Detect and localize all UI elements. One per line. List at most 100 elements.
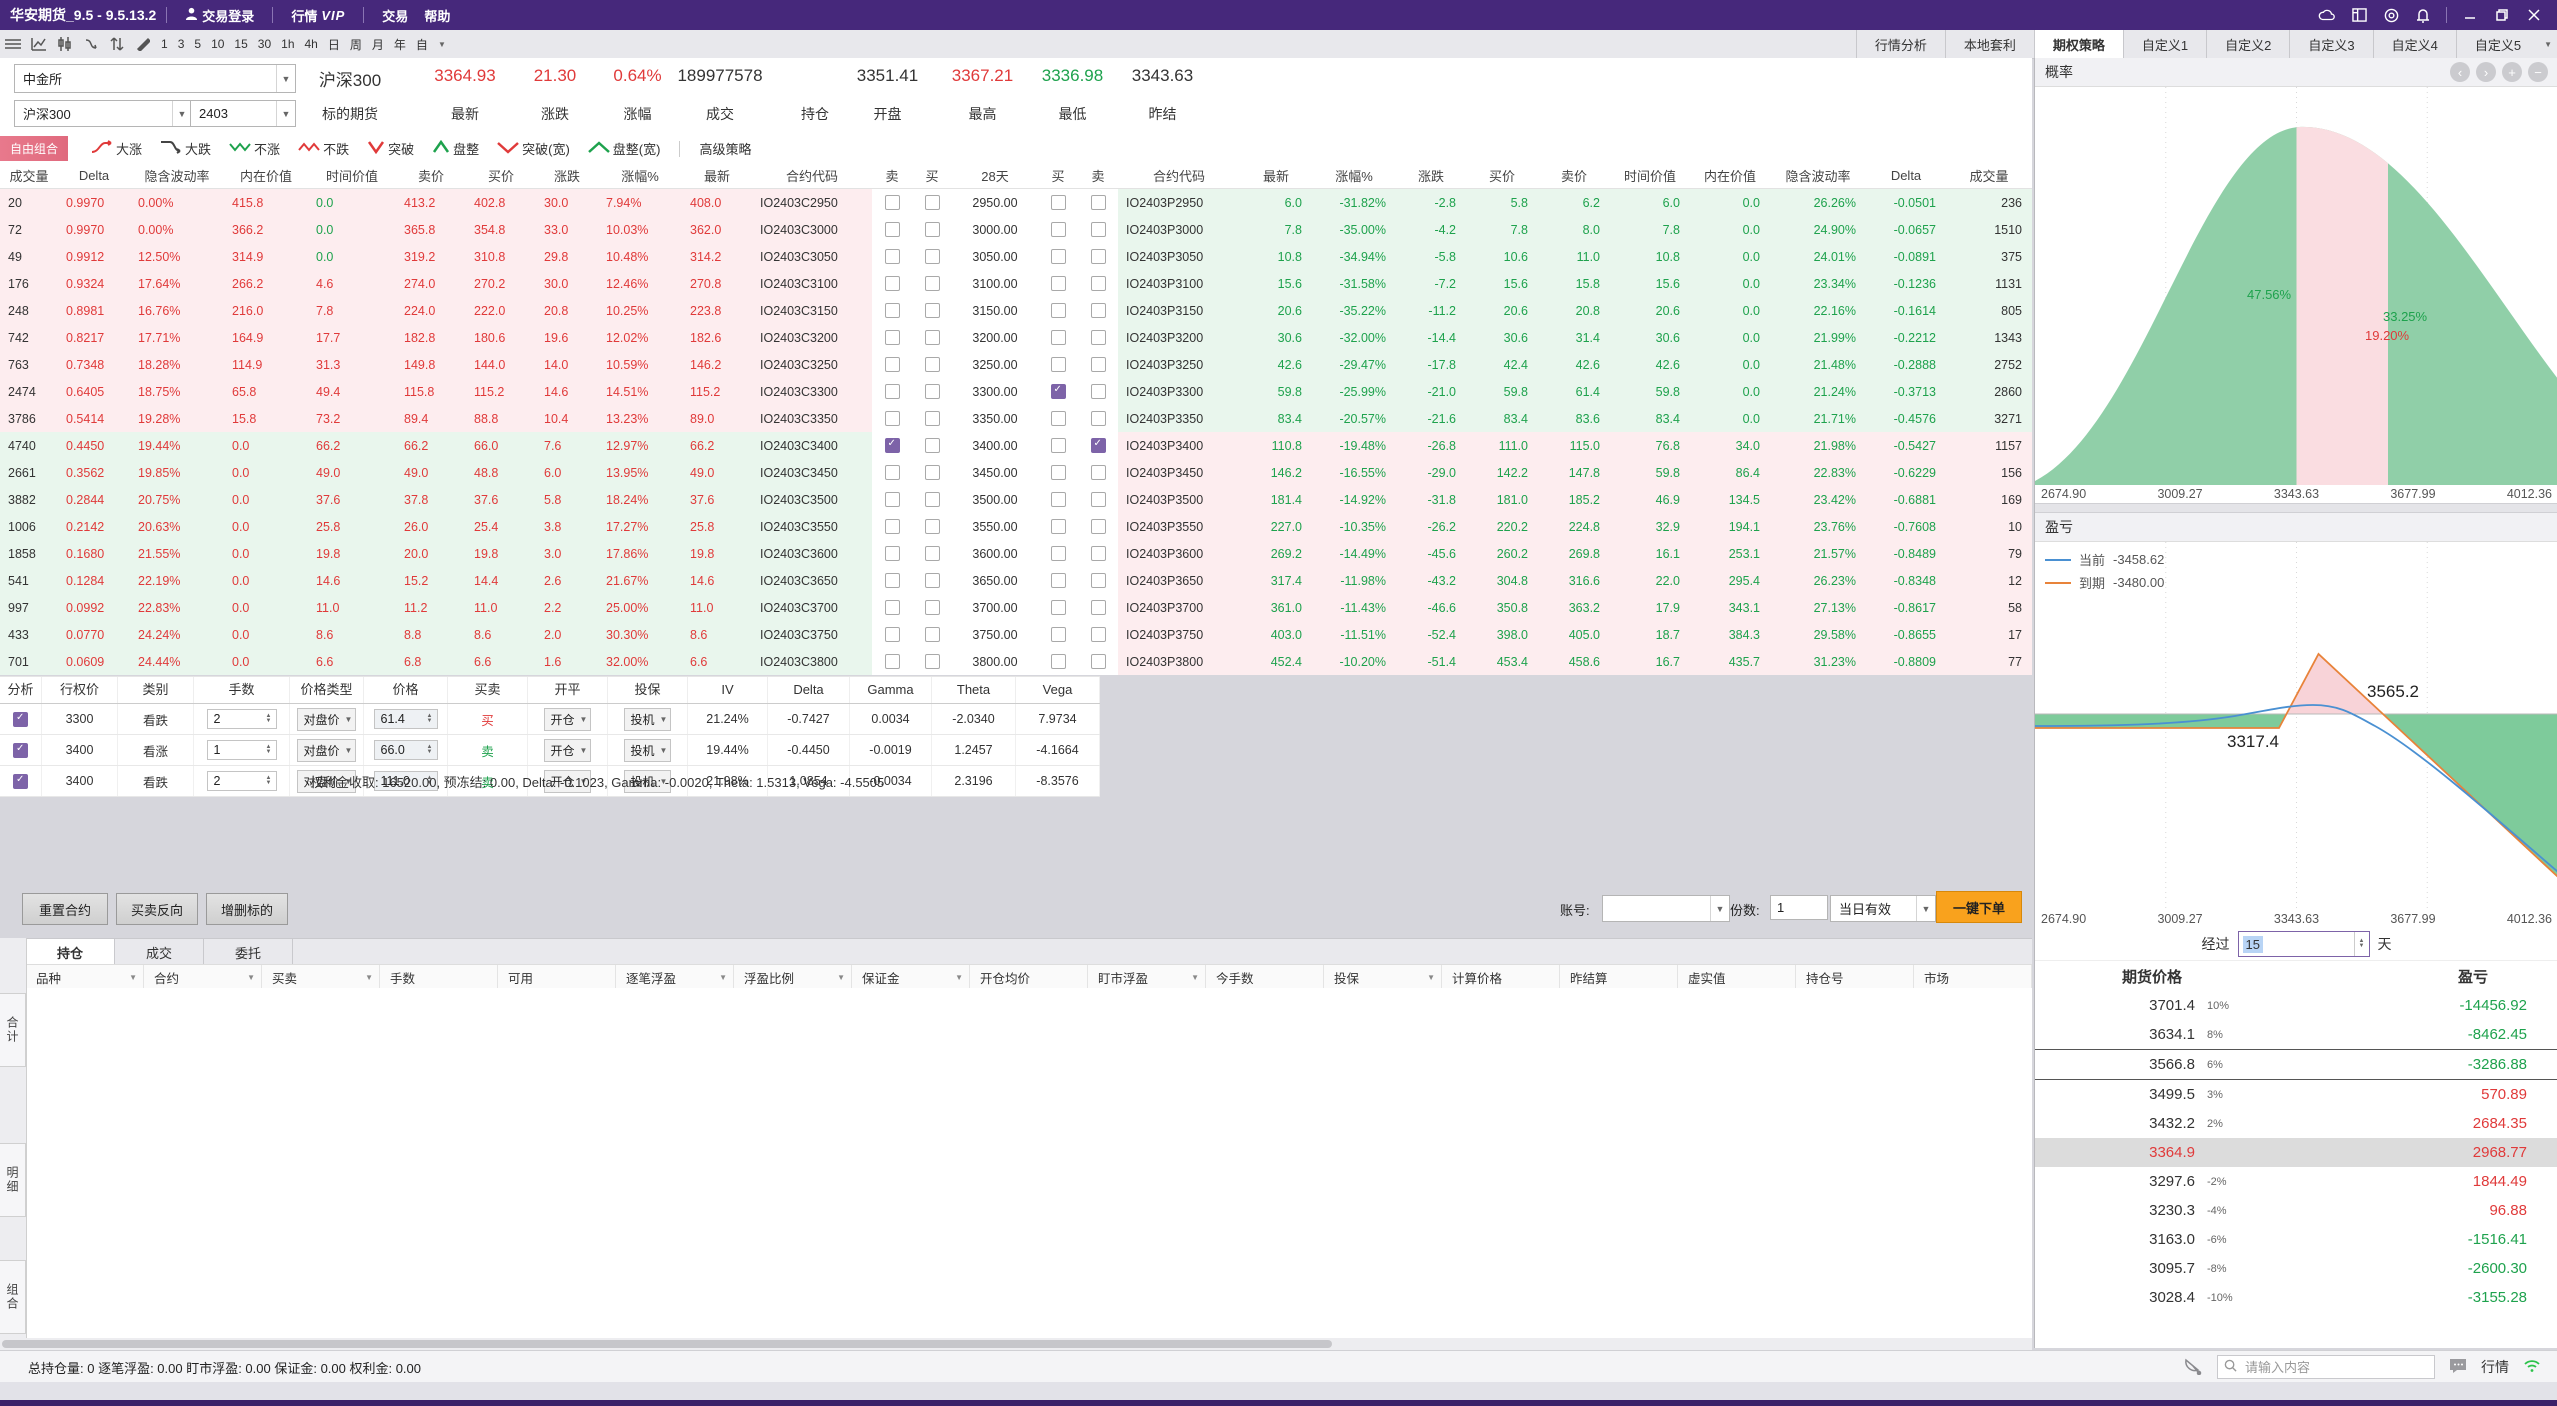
call-sell-checkbox[interactable] (885, 195, 900, 210)
call-sell-checkbox[interactable] (885, 276, 900, 291)
chain-column-header[interactable]: Delta (58, 168, 130, 183)
call-buy-checkbox[interactable] (925, 276, 940, 291)
put-buy-checkbox[interactable] (1051, 357, 1066, 372)
call-buy-checkbox[interactable] (925, 465, 940, 480)
price-stepper[interactable]: 66.0▲▼ (364, 735, 448, 765)
draw-icon[interactable] (133, 35, 153, 53)
call-sell-checkbox[interactable] (885, 492, 900, 507)
call-buy-checkbox[interactable] (925, 195, 940, 210)
menu-icon[interactable] (3, 35, 23, 53)
cloud-icon[interactable] (2318, 7, 2336, 23)
chain-column-header[interactable]: 28天 (952, 166, 1038, 185)
filter-rise-red[interactable]: 大涨 (91, 139, 142, 158)
positions-column-header[interactable]: 盯市浮盈▼ (1088, 965, 1206, 989)
candlestick-icon[interactable] (55, 35, 75, 53)
qty-stepper[interactable]: 2▲▼ (194, 704, 290, 734)
period-button-1h[interactable]: 1h (276, 35, 299, 53)
analyze-checkbox[interactable] (13, 712, 28, 727)
put-sell-checkbox[interactable] (1091, 330, 1106, 345)
side-cell[interactable]: 卖 (448, 735, 528, 765)
scenario-row[interactable]: 3566.86%-3286.88 (2035, 1049, 2557, 1080)
call-buy-checkbox[interactable] (925, 438, 940, 453)
close-button[interactable] (2525, 7, 2543, 23)
minimize-button[interactable] (2461, 7, 2479, 23)
call-buy-checkbox[interactable] (925, 384, 940, 399)
restore-button[interactable] (2493, 7, 2511, 23)
period-button-4h[interactable]: 4h (300, 35, 323, 53)
scenario-row[interactable]: 3499.53%570.89 (2035, 1080, 2557, 1109)
call-sell-checkbox[interactable] (885, 465, 900, 480)
period-button-3[interactable]: 3 (173, 35, 190, 53)
filter-fall-dark[interactable]: 大跌 (160, 139, 211, 158)
validity-select[interactable]: 当日有效▼ (1830, 895, 1936, 922)
call-buy-checkbox[interactable] (925, 627, 940, 642)
workspace-tab[interactable]: 自定义2 (2206, 30, 2289, 58)
chain-column-header[interactable]: 买价 (1466, 166, 1538, 185)
call-buy-checkbox[interactable] (925, 249, 940, 264)
analyze-checkbox[interactable] (13, 743, 28, 758)
horizontal-scrollbar[interactable] (0, 1338, 2032, 1350)
chain-column-header[interactable]: 合约代码 (1118, 166, 1240, 185)
filter-funnel-icon[interactable]: ▼ (365, 973, 373, 982)
chain-column-header[interactable]: 卖 (1078, 166, 1118, 185)
call-sell-checkbox[interactable] (885, 357, 900, 372)
chat-icon[interactable] (2449, 1358, 2467, 1377)
filter-funnel-icon[interactable]: ▼ (955, 973, 963, 982)
price-stepper[interactable]: 61.4▲▼ (364, 704, 448, 734)
line-chart-icon[interactable] (29, 35, 49, 53)
filter-nofall-red[interactable]: 不跌 (298, 139, 349, 158)
chain-column-header[interactable]: 买价 (466, 166, 536, 185)
side-tab-combo[interactable]: 组合 (0, 1260, 26, 1334)
scenario-row[interactable]: 3364.92968.77 (2035, 1138, 2557, 1167)
chain-column-header[interactable]: 涨跌 (536, 166, 598, 185)
bell-icon[interactable] (2414, 7, 2432, 23)
workspace-tab[interactable]: 本地套利 (1945, 30, 2034, 58)
call-sell-checkbox[interactable] (885, 384, 900, 399)
put-buy-checkbox[interactable] (1051, 195, 1066, 210)
put-buy-checkbox[interactable] (1051, 222, 1066, 237)
chain-column-header[interactable]: 时间价值 (1610, 166, 1690, 185)
put-sell-checkbox[interactable] (1091, 627, 1106, 642)
underlying-select[interactable]: 沪深300▼ (14, 100, 192, 127)
period-button-日[interactable]: 日 (323, 34, 345, 55)
positions-column-header[interactable]: 手数 (380, 965, 498, 989)
reverse-side-button[interactable]: 买卖反向 (116, 893, 198, 925)
reset-contracts-button[interactable]: 重置合约 (22, 893, 108, 925)
call-buy-checkbox[interactable] (925, 519, 940, 534)
hedge-select[interactable]: 投机▼ (608, 704, 688, 734)
call-sell-checkbox[interactable] (885, 222, 900, 237)
positions-column-header[interactable]: 虚实值 (1678, 965, 1796, 989)
call-sell-checkbox[interactable] (885, 654, 900, 669)
advanced-strategy-button[interactable]: 高级策略 (699, 139, 751, 158)
positions-column-header[interactable]: 持仓号 (1796, 965, 1914, 989)
chain-column-header[interactable]: 最新 (682, 166, 752, 185)
contract-select[interactable]: 2403▼ (190, 100, 296, 127)
period-button-1[interactable]: 1 (156, 35, 173, 53)
satellite-icon[interactable] (2183, 1357, 2203, 1378)
put-buy-checkbox[interactable] (1051, 519, 1066, 534)
sort-icon[interactable] (107, 35, 127, 53)
search-box[interactable] (2217, 1355, 2435, 1379)
put-buy-checkbox[interactable] (1051, 546, 1066, 561)
open-close-select[interactable]: 开仓▼ (528, 735, 608, 765)
workspace-tab[interactable]: 期权策略 (2034, 30, 2123, 58)
prev-icon[interactable]: ‹ (2450, 62, 2470, 82)
call-sell-checkbox[interactable] (885, 573, 900, 588)
help-menu[interactable]: 帮助 (424, 6, 450, 25)
one-click-order-button[interactable]: 一键下单 (1936, 891, 2022, 923)
put-buy-checkbox[interactable] (1051, 384, 1066, 399)
positions-column-header[interactable]: 品种▼ (26, 965, 144, 989)
trade-menu[interactable]: 交易 (382, 6, 408, 25)
call-buy-checkbox[interactable] (925, 411, 940, 426)
positions-tab-持仓[interactable]: 持仓 (26, 939, 115, 965)
chain-column-header[interactable]: 时间价值 (308, 166, 396, 185)
exchange-select[interactable]: 中金所▼ (14, 64, 296, 93)
positions-column-header[interactable]: 买卖▼ (262, 965, 380, 989)
filter-norise-green[interactable]: 不涨 (229, 139, 280, 158)
positions-column-header[interactable]: 昨结算 (1560, 965, 1678, 989)
positions-column-header[interactable]: 合约▼ (144, 965, 262, 989)
open-close-select[interactable]: 开仓▼ (528, 704, 608, 734)
call-buy-checkbox[interactable] (925, 303, 940, 318)
account-select[interactable]: ▼ (1602, 895, 1730, 922)
call-buy-checkbox[interactable] (925, 492, 940, 507)
